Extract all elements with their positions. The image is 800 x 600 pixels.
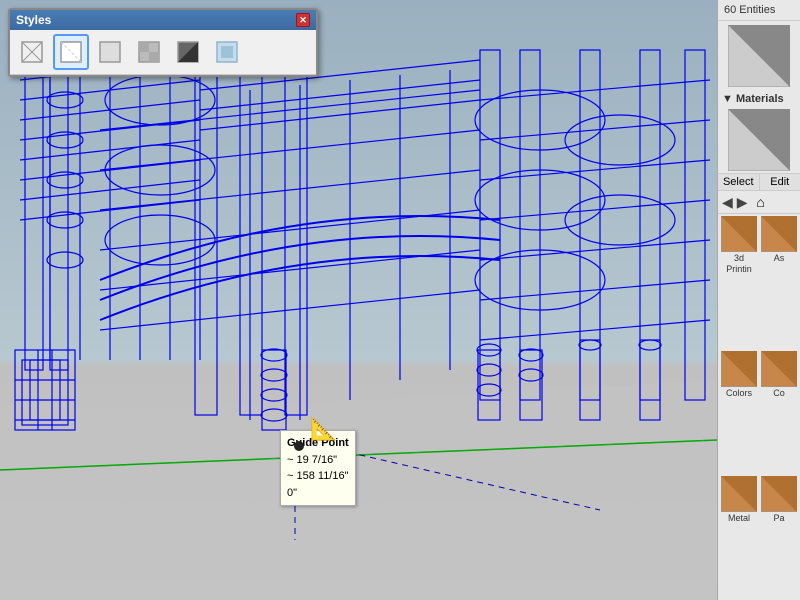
material-pattern-label: Pa — [773, 513, 784, 524]
select-button[interactable]: Select — [718, 174, 760, 190]
styles-window: Styles ✕ — [8, 8, 318, 77]
styles-toolbar — [10, 30, 316, 75]
guide-point-dot — [294, 441, 304, 451]
material-3d-printing[interactable]: 3d Printin — [720, 216, 758, 349]
styles-titlebar: Styles ✕ — [10, 10, 316, 30]
material-grid: 3d Printin As Colors — [718, 214, 800, 600]
default-material-preview — [728, 25, 790, 87]
right-panel: 60 Entities ▼ Materials Select Edit ◀ — [717, 0, 800, 600]
scene-canvas — [0, 0, 717, 600]
tooltip-line2: ~ 158 11/16" — [287, 468, 349, 485]
edit-button[interactable]: Edit — [760, 174, 800, 190]
home-icon[interactable]: ⌂ — [752, 193, 770, 211]
materials-title: ▼ Materials — [722, 93, 784, 105]
tape-measure-icon: 📐 — [310, 416, 337, 442]
style-hidden-line-button[interactable] — [53, 34, 89, 70]
viewport[interactable]: 📐 Guide Point ~ 19 7/16" ~ 158 11/16" 0"… — [0, 0, 717, 600]
nav-bar: ◀ ▶ ⌂ — [718, 191, 800, 214]
material-colors-label: Colors — [726, 388, 752, 399]
forward-arrow-icon[interactable]: ▶ — [737, 194, 748, 211]
styles-title: Styles — [16, 13, 51, 27]
materials-header: ▼ Materials — [718, 91, 800, 107]
style-xray-button[interactable] — [209, 34, 245, 70]
style-shaded-button[interactable] — [92, 34, 128, 70]
material-3d-printing-label: 3d Printin — [720, 253, 758, 275]
material-metal-label: Metal — [728, 513, 750, 524]
main-container: 📐 Guide Point ~ 19 7/16" ~ 158 11/16" 0"… — [0, 0, 800, 600]
material-pattern[interactable]: Pa — [760, 476, 798, 598]
tooltip-line1: ~ 19 7/16" — [287, 452, 349, 469]
entities-count: 60 Entities — [718, 0, 800, 21]
tooltip-line3: 0" — [287, 485, 349, 502]
material-colors[interactable]: Colors — [720, 351, 758, 473]
material-concrete-label: Co — [773, 388, 785, 399]
material-asphalt-label: As — [774, 253, 785, 264]
material-asphalt[interactable]: As — [760, 216, 798, 349]
back-arrow-icon[interactable]: ◀ — [722, 194, 733, 211]
style-monochrome-button[interactable] — [170, 34, 206, 70]
materials-preview — [728, 109, 790, 171]
material-metal[interactable]: Metal — [720, 476, 758, 598]
styles-close-button[interactable]: ✕ — [296, 13, 310, 27]
style-shaded-textures-button[interactable] — [131, 34, 167, 70]
style-wireframe-button[interactable] — [14, 34, 50, 70]
select-edit-bar: Select Edit — [718, 173, 800, 191]
material-concrete[interactable]: Co — [760, 351, 798, 473]
